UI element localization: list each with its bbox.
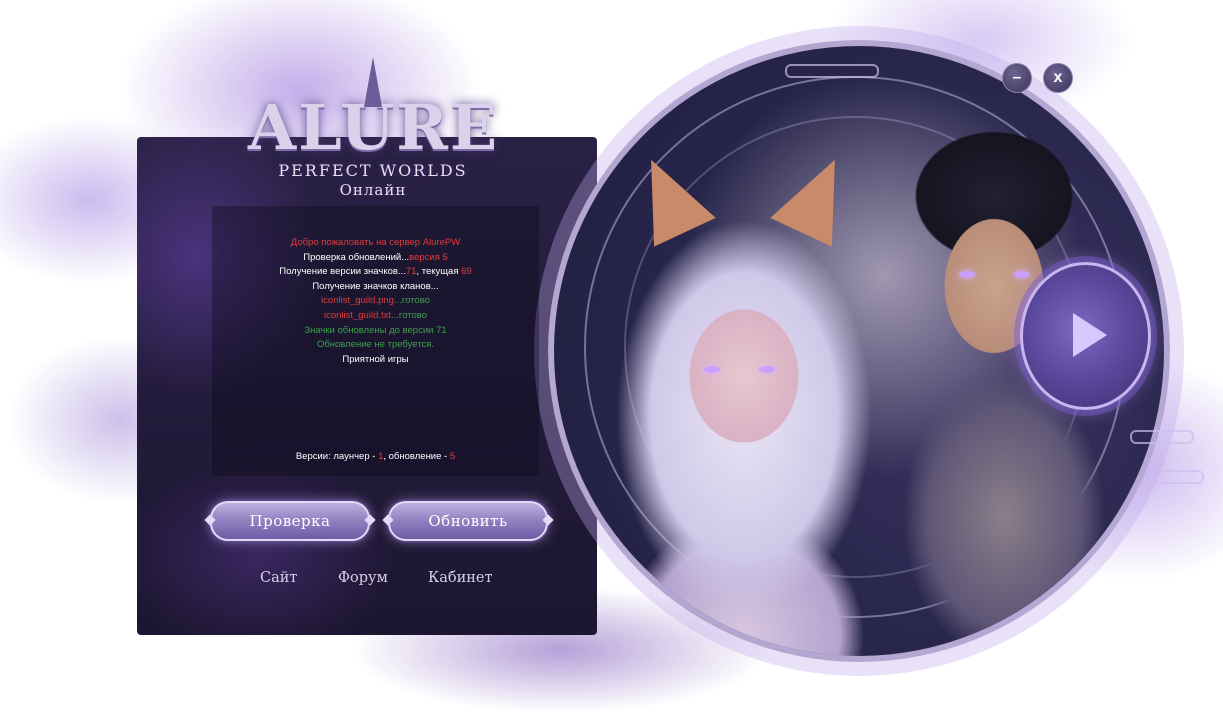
update-button[interactable]: Обновить: [388, 501, 548, 541]
update-log: Добро пожаловать на сервер AlurePW Провер…: [212, 206, 539, 476]
log-text: Получение значков кланов...: [312, 280, 439, 292]
deco-line: [1130, 430, 1194, 444]
log-line: Получение значков кланов...: [212, 280, 539, 295]
log-text: AlurePW: [422, 237, 461, 248]
log-text: iconlist_guild.png: [321, 295, 394, 307]
eye-icon: [704, 366, 720, 373]
log-text: iconlist_guild.txt: [323, 309, 392, 321]
log-text: Проверка обновлений...: [303, 251, 410, 263]
minimize-button[interactable]: –: [1002, 63, 1032, 93]
log-text: Получение версии значков...: [279, 266, 406, 278]
log-text: 69: [461, 266, 472, 278]
log-text: ...готово: [393, 295, 430, 307]
deco-line: [1150, 470, 1204, 484]
minimize-icon: –: [1012, 69, 1022, 86]
close-button[interactable]: x: [1043, 63, 1073, 93]
log-line: Обновление не требуется.: [212, 338, 539, 353]
play-button[interactable]: [1020, 262, 1151, 410]
log-text: Добро пожаловать на сервер: [290, 237, 423, 248]
deco-line: [785, 64, 879, 78]
log-text: версия 5: [409, 251, 448, 263]
log-line: iconlist_guild.png...готово: [212, 294, 539, 309]
footer-links: Сайт Форум Кабинет: [230, 570, 530, 594]
eye-icon: [759, 366, 775, 373]
version-prefix: Версии: лаунчер -: [295, 451, 379, 462]
log-line: Получение версии значков...71, текущая 6…: [212, 265, 539, 280]
version-middle: , обновление -: [383, 451, 450, 462]
log-line: Добро пожаловать на сервер AlurePW: [212, 236, 539, 251]
log-text: Обновление не требуется.: [316, 339, 435, 351]
play-icon: [1073, 313, 1107, 357]
site-link[interactable]: Сайт: [260, 570, 297, 586]
log-text: ...готово: [391, 309, 428, 321]
game-logo: ALURE PERFECT WORLDS Онлайн: [248, 57, 498, 215]
check-button[interactable]: Проверка: [210, 501, 370, 541]
log-lines: Добро пожаловать на сервер AlurePW Провер…: [212, 236, 539, 367]
cabinet-link[interactable]: Кабинет: [428, 570, 493, 586]
version-info: Версии: лаунчер - 1, обновление - 5: [212, 451, 539, 462]
log-text: 71: [405, 266, 417, 278]
logo-subtitle: PERFECT WORLDS: [278, 161, 468, 180]
eye-icon: [959, 271, 975, 278]
log-text: Приятной игры: [342, 353, 409, 365]
female-character: [594, 145, 894, 656]
log-text: , текущая: [416, 266, 462, 278]
eye-icon: [1014, 271, 1030, 278]
log-line: Значки обновлены до версии 71: [212, 324, 539, 339]
update-version: 5: [449, 451, 456, 462]
logo-tagline: Онлайн: [339, 181, 407, 199]
log-line: Проверка обновлений...версия 5: [212, 251, 539, 266]
logo-crest-icon: [364, 57, 382, 107]
forum-link[interactable]: Форум: [338, 570, 388, 586]
log-line: iconlist_guild.txt...готово: [212, 309, 539, 324]
close-icon: x: [1053, 69, 1063, 86]
log-text: Значки обновлены до версии 71: [304, 324, 447, 336]
log-line: Приятной игры: [212, 353, 539, 368]
